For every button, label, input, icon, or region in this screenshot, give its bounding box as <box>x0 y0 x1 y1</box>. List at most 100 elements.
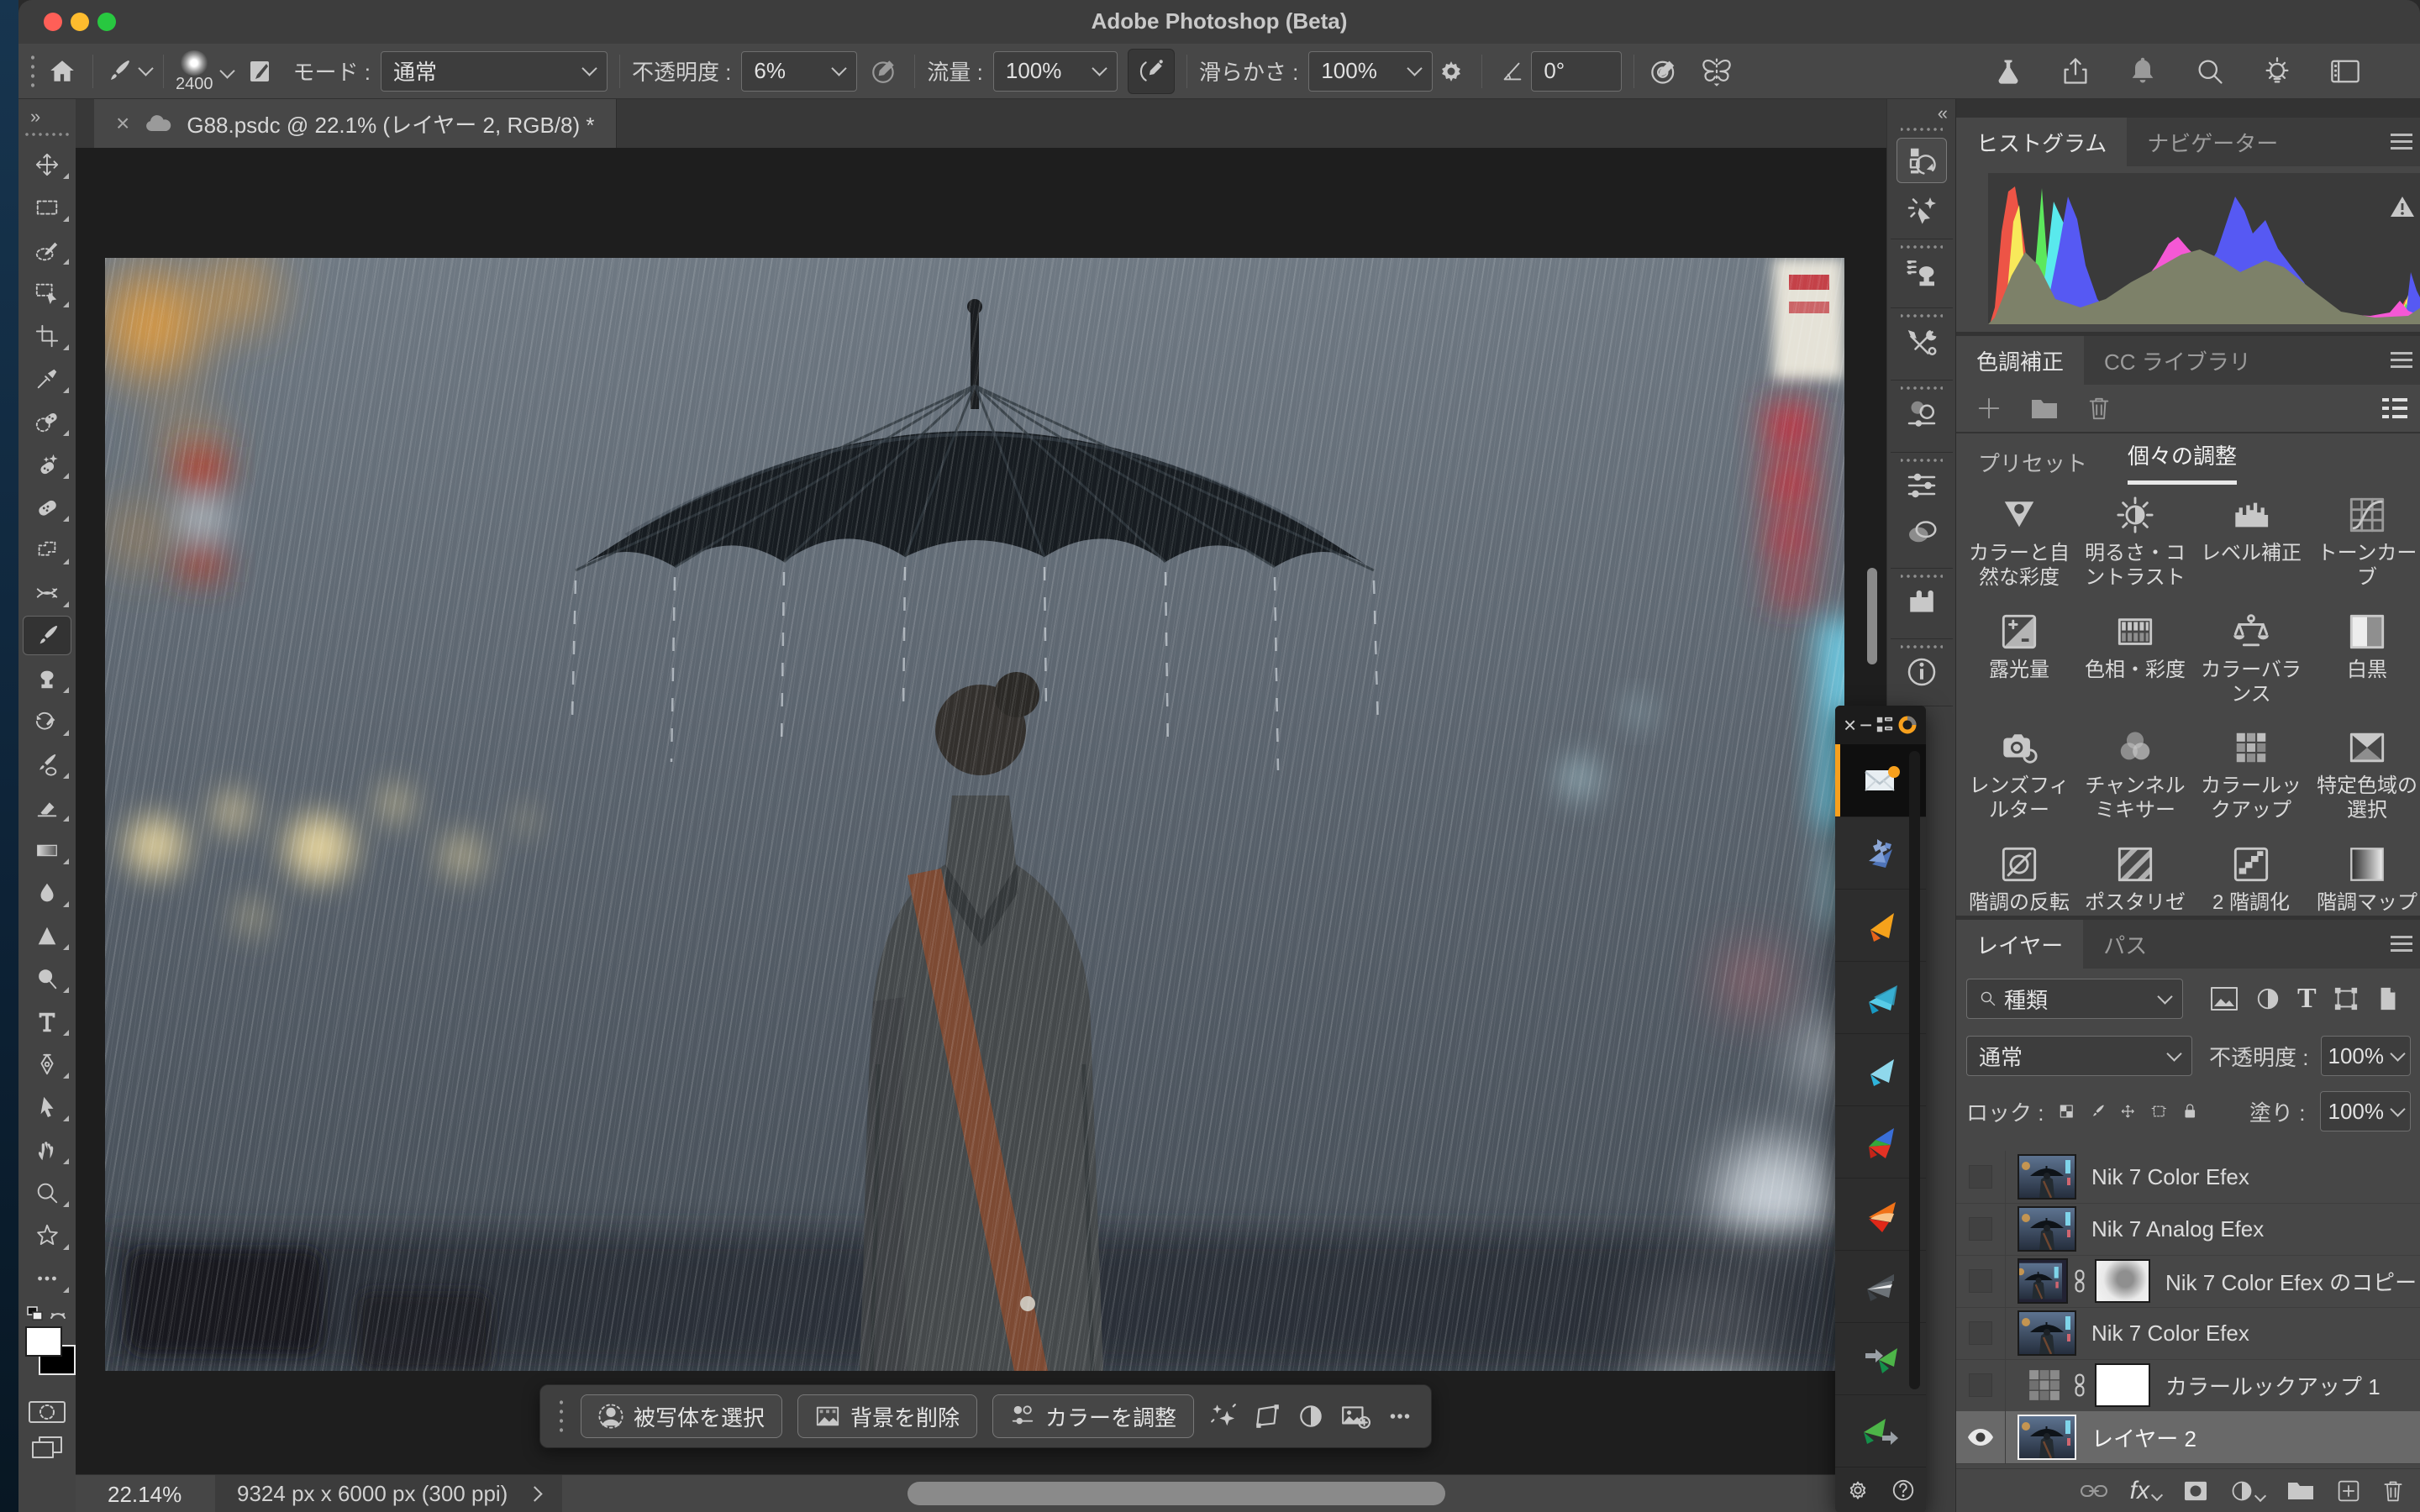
pressure-opacity-button[interactable] <box>865 50 902 93</box>
layer-mask-thumbnail[interactable] <box>2095 1363 2150 1407</box>
plugins-panel-button[interactable] <box>1887 585 1956 618</box>
path-selection-tool[interactable] <box>18 1085 76 1128</box>
nik-close-icon[interactable]: × <box>1844 714 1856 736</box>
subtab-single-adjustments[interactable]: 個々の調整 <box>2128 439 2237 485</box>
dock-collapse-chevrons[interactable]: « <box>1887 102 1956 124</box>
tab-adjustments[interactable]: 色調補正 <box>1956 336 2084 385</box>
layer-name[interactable]: Nik 7 Analog Efex <box>2091 1216 2264 1242</box>
select-subject-button[interactable]: 被写体を選択 <box>581 1394 782 1438</box>
remove-tool[interactable] <box>18 443 76 486</box>
dodge-tool[interactable] <box>18 957 76 1000</box>
document-tab[interactable]: × G88.psdc @ 22.1% (レイヤー 2, RGB/8) * <box>94 99 617 148</box>
adj-black-white[interactable]: 白黒 <box>2309 612 2420 707</box>
layer-row-layer-2-selected[interactable]: レイヤー 2 <box>1956 1411 2420 1464</box>
zoom-level-field[interactable]: 22.14% <box>108 1482 182 1508</box>
toggle-brush-panel-button[interactable] <box>241 50 278 93</box>
new-adjustment-layer-button[interactable] <box>2230 1479 2265 1503</box>
adj-channel-mixer[interactable]: チャンネルミキサー <box>2077 728 2193 823</box>
mixer-brush-tool[interactable] <box>18 743 76 785</box>
layer-fill-select[interactable]: 100% <box>2320 1091 2411 1131</box>
custom-shape-tool[interactable] <box>18 1214 76 1257</box>
mask-link-icon[interactable] <box>2073 1373 2086 1398</box>
adj-curves[interactable]: トーンカーブ <box>2309 496 2420 591</box>
patch-tool[interactable] <box>18 528 76 571</box>
layer-name[interactable]: Nik 7 Color Efex のコピー <box>2165 1266 2417 1297</box>
filter-adjustment-layers-icon[interactable] <box>2255 986 2281 1011</box>
lock-pixels-icon[interactable] <box>2090 1100 2106 1122</box>
layer-name[interactable]: Nik 7 Color Efex <box>2091 1320 2249 1347</box>
adj-color-vibrance[interactable]: カラーと自然な彩度 <box>1961 496 2077 591</box>
symmetry-button[interactable] <box>1698 50 1735 93</box>
filter-type-layers-icon[interactable]: T <box>2297 983 2317 1015</box>
adj-brightness-contrast[interactable]: 明るさ・コントラスト <box>2077 496 2193 591</box>
opacity-select[interactable]: 6% <box>741 51 857 92</box>
flow-select[interactable]: 100% <box>993 51 1118 92</box>
layer-opacity-select[interactable]: 100% <box>2321 1036 2412 1076</box>
delete-layer-icon[interactable] <box>2382 1479 2404 1503</box>
toolbar-expand-chevrons[interactable]: » <box>18 99 76 128</box>
edit-toolbar-button[interactable] <box>18 1257 76 1299</box>
clone-source-panel-button[interactable] <box>1887 255 1956 289</box>
screen-mode-button[interactable] <box>18 1434 76 1461</box>
lock-position-icon[interactable] <box>2120 1100 2136 1122</box>
visibility-toggle[interactable] <box>1956 1411 2006 1463</box>
close-window-button[interactable] <box>44 13 62 31</box>
layer-filter-select[interactable]: 種類 <box>1966 979 2183 1019</box>
tab-cc-libraries[interactable]: CC ライブラリ <box>2084 336 2271 385</box>
mask-link-icon[interactable] <box>2073 1268 2086 1294</box>
visibility-toggle[interactable] <box>1956 1359 2006 1411</box>
swap-colors-icon[interactable] <box>47 1305 69 1325</box>
tools-panel-button[interactable] <box>1887 326 1956 360</box>
layer-style-fx-button[interactable]: fx <box>2130 1477 2161 1505</box>
filter-shape-layers-icon[interactable] <box>2333 986 2359 1011</box>
close-tab-icon[interactable]: × <box>116 110 129 137</box>
notifications-bell-icon[interactable] <box>2128 56 2158 87</box>
discover-lightbulb-icon[interactable] <box>2262 56 2292 87</box>
dock-grip-7[interactable] <box>1887 643 1956 650</box>
layers-menu-icon[interactable] <box>2391 932 2412 953</box>
link-layers-icon[interactable] <box>2080 1482 2108 1500</box>
foreground-color-swatch[interactable] <box>25 1326 62 1357</box>
adj-color-lookup[interactable]: カラールックアップ <box>2193 728 2309 823</box>
subtab-presets[interactable]: プリセット <box>1978 447 2087 478</box>
add-mask-icon[interactable] <box>2183 1480 2208 1502</box>
search-icon[interactable] <box>2195 56 2225 87</box>
new-group-icon[interactable] <box>2286 1480 2315 1502</box>
adj-color-balance[interactable]: カラーバランス <box>2193 612 2309 707</box>
blend-mode-select[interactable]: 通常 <box>381 51 608 92</box>
clone-stamp-tool[interactable] <box>18 657 76 700</box>
adjustment-halfcircle-icon[interactable] <box>1297 1402 1325 1431</box>
adj-levels[interactable]: レベル補正 <box>2193 496 2309 591</box>
dock-grip-1[interactable] <box>1887 126 1956 133</box>
layer-comps-panel-button[interactable] <box>1887 398 1956 432</box>
eraser-tool[interactable] <box>18 785 76 828</box>
nik-plugin-output-sharpener[interactable] <box>1835 1394 1926 1467</box>
adj-selective-color[interactable]: 特定色域の選択 <box>2309 728 2420 823</box>
dock-grip-4[interactable] <box>1887 385 1956 391</box>
crop-tool[interactable] <box>18 314 76 357</box>
smoothing-select[interactable]: 100% <box>1308 51 1433 92</box>
nik-help-icon[interactable] <box>1891 1478 1916 1503</box>
hand-tool[interactable] <box>18 1128 76 1171</box>
gradient-tool[interactable] <box>18 828 76 871</box>
visibility-toggle[interactable] <box>1956 1203 2006 1255</box>
layer-name[interactable]: カラールックアップ 1 <box>2165 1370 2381 1401</box>
spot-healing-brush-tool[interactable] <box>18 400 76 443</box>
angle-input[interactable]: 0° <box>1531 51 1622 92</box>
layer-thumbnail[interactable] <box>2018 1258 2068 1304</box>
lock-transparency-icon[interactable] <box>2059 1100 2075 1122</box>
nik-layout-icon[interactable] <box>1876 716 1894 734</box>
new-layer-icon[interactable] <box>2337 1479 2360 1503</box>
layer-row-nik7-color-efex-1[interactable]: Nik 7 Color Efex <box>1956 1151 2420 1204</box>
transform-icon[interactable] <box>1253 1402 1281 1431</box>
selection-brush-tool[interactable] <box>18 228 76 271</box>
sharpen-tool[interactable] <box>18 914 76 957</box>
share-icon[interactable] <box>2060 56 2091 87</box>
histogram-warning-icon[interactable] <box>2390 195 2415 218</box>
adj-photo-filter[interactable]: レンズフィルター <box>1961 728 2077 823</box>
canvas-vscrollbar[interactable] <box>1867 568 1877 664</box>
nik-scrollbar[interactable] <box>1909 751 1920 1389</box>
layer-thumbnail[interactable] <box>2018 1415 2076 1460</box>
brush-size-picker[interactable]: 2400 <box>176 50 213 93</box>
tab-histogram[interactable]: ヒストグラム <box>1956 118 2127 166</box>
